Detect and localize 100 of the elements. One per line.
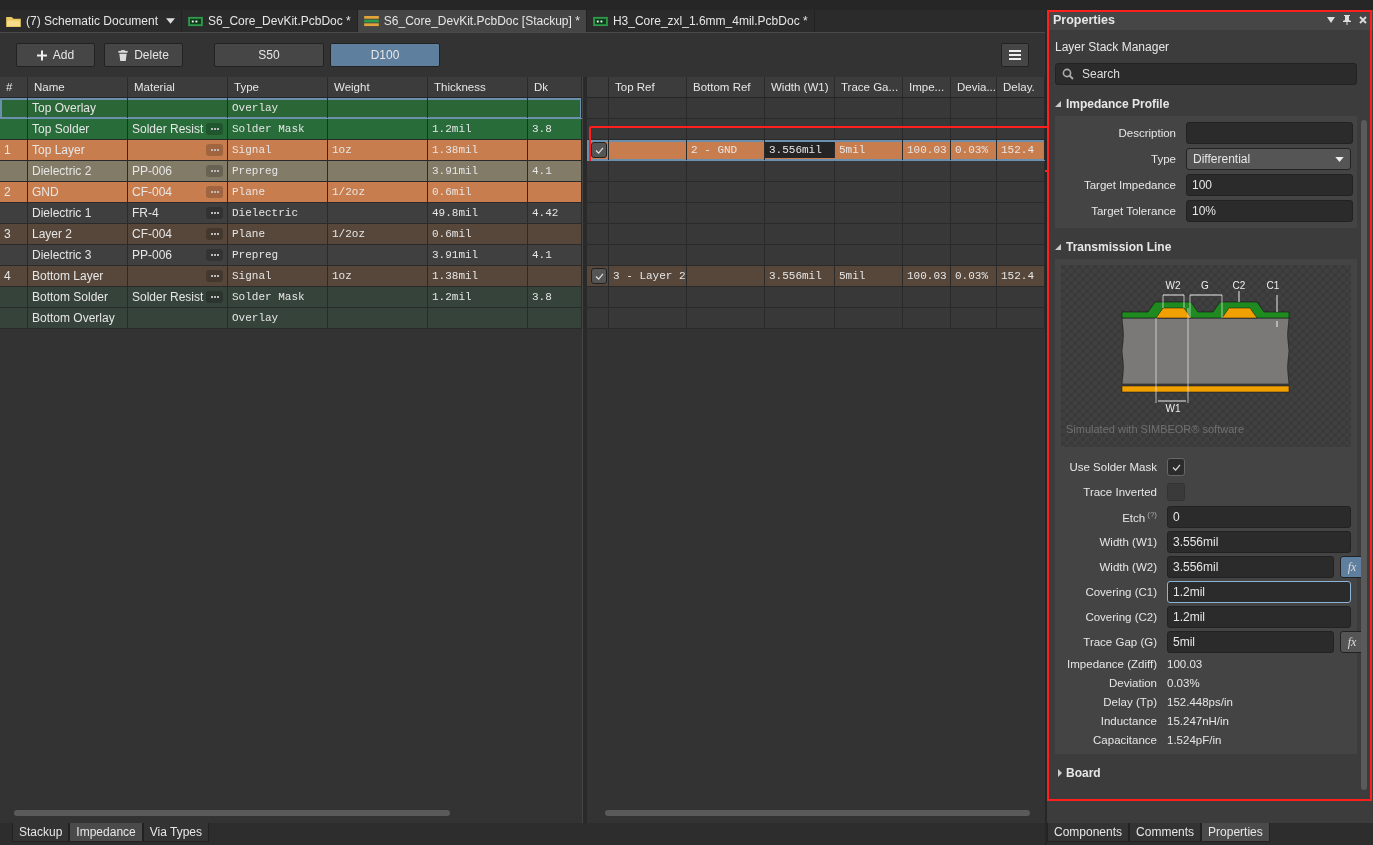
column-header[interactable]: Top Ref xyxy=(615,81,655,93)
check-icon xyxy=(594,146,604,154)
table-cell: 1 xyxy=(4,143,11,157)
panel-tab[interactable]: Comments xyxy=(1129,823,1202,842)
column-header[interactable]: Delay. xyxy=(1003,81,1035,93)
table-cell: FR-4 xyxy=(132,206,159,220)
table-cell: Dielectric 3 xyxy=(32,248,92,262)
panel-tab[interactable]: Components xyxy=(1047,823,1130,842)
column-header[interactable]: Trace Ga... xyxy=(841,81,899,93)
field-label: Trace Inverted xyxy=(1082,486,1157,498)
readout-value: 152.448ps/in xyxy=(1167,696,1234,708)
section-title[interactable]: Impedance Profile xyxy=(1066,97,1170,111)
section-title[interactable]: Transmission Line xyxy=(1066,240,1172,254)
table-cell: Prepreg xyxy=(232,165,279,177)
column-header[interactable]: Devia... xyxy=(957,81,996,93)
section-title[interactable]: Board xyxy=(1066,766,1101,780)
column-header[interactable]: Impe... xyxy=(909,81,945,93)
dropdown-icon[interactable] xyxy=(166,18,176,24)
column-header[interactable]: Bottom Ref xyxy=(693,81,751,93)
input-field[interactable]: 0 xyxy=(1167,506,1351,528)
circuit-board-icon xyxy=(592,15,608,27)
table-cell: GND xyxy=(32,185,59,199)
toolbar-button[interactable]: Add xyxy=(16,43,95,67)
table-cell: Solder Resist xyxy=(132,122,204,136)
input-field[interactable]: 1.2mil xyxy=(1167,606,1351,628)
input-field[interactable]: 100 xyxy=(1186,174,1353,196)
input-field[interactable]: 3.556mil xyxy=(1167,556,1334,578)
scrollbar[interactable] xyxy=(14,810,450,816)
layer-row[interactable]: 3 Layer 2 CF-004 Plane 1/2oz 0.6mil xyxy=(0,224,582,245)
layer-row[interactable]: Bottom Solder Solder Resist Solder Mask 1.2mil 3.8 xyxy=(0,287,582,308)
table-cell: 5mil xyxy=(839,270,866,282)
table-cell: Dielectric xyxy=(232,207,298,219)
layer-row[interactable]: Top Overlay Overlay xyxy=(0,98,582,119)
impedance-row[interactable]: 2 - GND 3.556mil 5mil 100.03 0.03% 152.4 xyxy=(587,140,1045,161)
table-cell: 1/2oz xyxy=(332,228,365,240)
more-button[interactable] xyxy=(206,207,223,219)
table-cell: 152.4 xyxy=(1001,144,1034,156)
layer-row[interactable]: Bottom Overlay Overlay xyxy=(0,308,582,329)
table-cell: 3 xyxy=(4,227,11,241)
table-cell: 4 xyxy=(4,269,11,283)
scrollbar[interactable] xyxy=(605,810,1030,816)
field-label: Width (W2) xyxy=(1098,561,1157,573)
input-field[interactable]: 10% xyxy=(1186,200,1353,222)
type-dropdown[interactable]: Differential xyxy=(1186,148,1351,170)
layer-row[interactable]: Dielectric 1 FR-4 Dielectric 49.8mil 4.42 xyxy=(0,203,582,224)
column-header[interactable]: Weight xyxy=(334,81,370,93)
table-cell: 3.8 xyxy=(532,123,552,135)
table-cell: 1.38mil xyxy=(432,144,479,156)
layer-row[interactable]: Dielectric 3 PP-006 Prepreg 3.91mil 4.1 xyxy=(0,245,582,266)
checkbox[interactable] xyxy=(591,142,607,158)
more-button[interactable] xyxy=(206,249,223,261)
menu-icon xyxy=(1009,50,1021,60)
table-cell: Bottom Layer xyxy=(32,269,104,283)
menu-button[interactable] xyxy=(1001,43,1029,67)
input-field[interactable]: 1.2mil xyxy=(1167,581,1351,603)
column-header[interactable]: Width (W1) xyxy=(771,81,829,93)
table-cell: Plane xyxy=(232,186,265,198)
column-header[interactable]: Type xyxy=(234,81,259,93)
column-header[interactable]: Material xyxy=(134,81,175,93)
document-tab[interactable]: S6_Core_DevKit.PcbDoc [Stackup] * xyxy=(357,10,587,32)
column-header[interactable]: Dk xyxy=(534,81,549,93)
field-label: Impedance (Zdiff) xyxy=(1066,658,1157,670)
impedance-row[interactable]: 3 - Layer 2 3.556mil 5mil 100.03 0.03% 152.4 xyxy=(587,266,1045,287)
table-cell: 152.4 xyxy=(1001,270,1034,282)
table-cell: 100.03 xyxy=(907,144,947,156)
more-button[interactable] xyxy=(206,270,223,282)
input-field[interactable] xyxy=(1186,122,1353,144)
expand-icon[interactable] xyxy=(1055,101,1061,107)
more-button[interactable] xyxy=(206,228,223,240)
dropdown-icon[interactable] xyxy=(1327,17,1335,23)
panel-tab[interactable]: Properties xyxy=(1201,823,1270,842)
checkbox[interactable] xyxy=(1167,458,1185,476)
readout-value: 100.03 xyxy=(1167,658,1204,670)
column-header[interactable]: # xyxy=(6,81,13,93)
toolbar-button[interactable]: Delete xyxy=(104,43,183,67)
more-button[interactable] xyxy=(206,165,223,177)
expand-icon[interactable] xyxy=(1055,244,1061,250)
profile-tab[interactable]: S50 xyxy=(214,43,324,67)
layer-row[interactable]: Top Solder Solder Resist Solder Mask 1.2mil 3.8 xyxy=(0,119,582,140)
table-cell: 2 xyxy=(4,185,11,199)
table-cell: Bottom Solder xyxy=(32,290,109,304)
input-field[interactable]: 3.556mil xyxy=(1167,531,1351,553)
close-icon[interactable] xyxy=(1359,16,1367,24)
pin-icon[interactable] xyxy=(1343,15,1351,25)
more-button[interactable] xyxy=(206,291,223,303)
layer-row[interactable]: 4 Bottom Layer Signal 1oz 1.38mil xyxy=(0,266,582,287)
view-tab[interactable]: Impedance xyxy=(69,823,143,842)
formula-button[interactable]: fx xyxy=(1340,631,1361,653)
more-button[interactable] xyxy=(206,123,223,135)
table-cell: 3.556mil xyxy=(769,270,822,282)
search-field[interactable]: Search xyxy=(1055,63,1357,85)
column-header[interactable]: Name xyxy=(34,81,65,93)
view-tab[interactable]: Stackup xyxy=(12,823,70,842)
scrollbar[interactable] xyxy=(1361,120,1367,790)
table-cell: CF-004 xyxy=(132,185,172,199)
table-cell: 4.42 xyxy=(532,207,559,219)
view-tab[interactable]: Via Types xyxy=(142,823,209,842)
input-field[interactable]: 5mil xyxy=(1167,631,1334,653)
column-header[interactable]: Thickness xyxy=(434,81,486,93)
checkbox[interactable] xyxy=(591,268,607,284)
